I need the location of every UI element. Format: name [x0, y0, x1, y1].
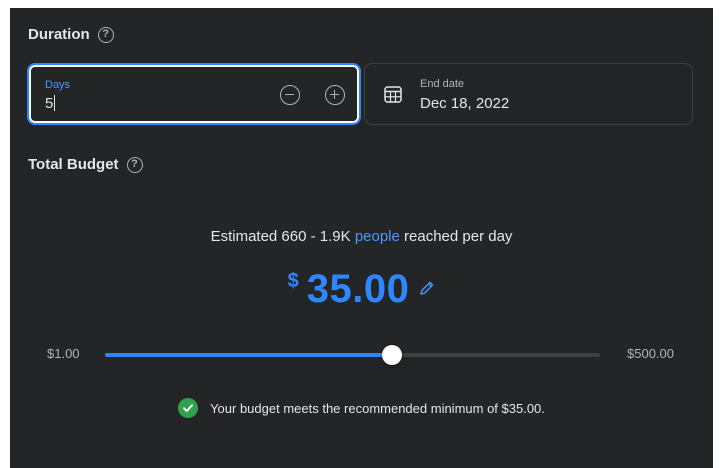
reach-estimate: Estimated 660 - 1.9K people reached per …	[10, 228, 713, 245]
slider-thumb[interactable]	[382, 345, 403, 365]
slider-fill	[105, 353, 393, 357]
calendar-icon	[384, 86, 402, 103]
minus-circle-icon[interactable]	[280, 85, 300, 105]
end-date-value: Dec 18, 2022	[420, 95, 510, 112]
budget-amount: $ 35.00	[10, 266, 713, 312]
help-icon[interactable]: ?	[97, 26, 114, 43]
days-field[interactable]: Days 5	[27, 63, 361, 125]
plus-circle-icon[interactable]	[325, 85, 345, 105]
end-date-field[interactable]: End date Dec 18, 2022	[364, 63, 693, 125]
text-cursor	[54, 95, 56, 111]
estimate-prefix: Estimated 660 - 1.9K	[210, 228, 355, 245]
days-input[interactable]: 5	[45, 95, 56, 112]
people-link[interactable]: people	[355, 228, 400, 245]
slider-min-label: $1.00	[47, 346, 80, 361]
duration-heading: Duration ?	[28, 26, 114, 43]
budget-duration-panel: Duration ? Days 5 End date Dec 18, 2022 …	[10, 8, 713, 468]
budget-notice: Your budget meets the recommended minimu…	[10, 398, 713, 418]
total-budget-title: Total Budget	[28, 156, 119, 173]
duration-title: Duration	[28, 26, 90, 43]
slider-max-label: $500.00	[627, 346, 674, 361]
days-value: 5	[45, 95, 54, 112]
pencil-icon[interactable]	[419, 280, 435, 296]
window-edge	[714, 0, 723, 468]
currency-symbol: $	[287, 270, 299, 292]
budget-slider[interactable]	[105, 345, 600, 365]
budget-notice-text: Your budget meets the recommended minimu…	[210, 400, 545, 416]
budget-amount-value: 35.00	[306, 267, 410, 311]
estimate-suffix: reached per day	[399, 228, 513, 245]
checkmark-icon	[183, 404, 194, 412]
check-circle-icon	[178, 398, 199, 418]
help-icon[interactable]: ?	[126, 156, 143, 173]
total-budget-heading: Total Budget ?	[28, 156, 143, 173]
end-date-label: End date	[420, 78, 465, 90]
days-label: Days	[45, 79, 71, 91]
